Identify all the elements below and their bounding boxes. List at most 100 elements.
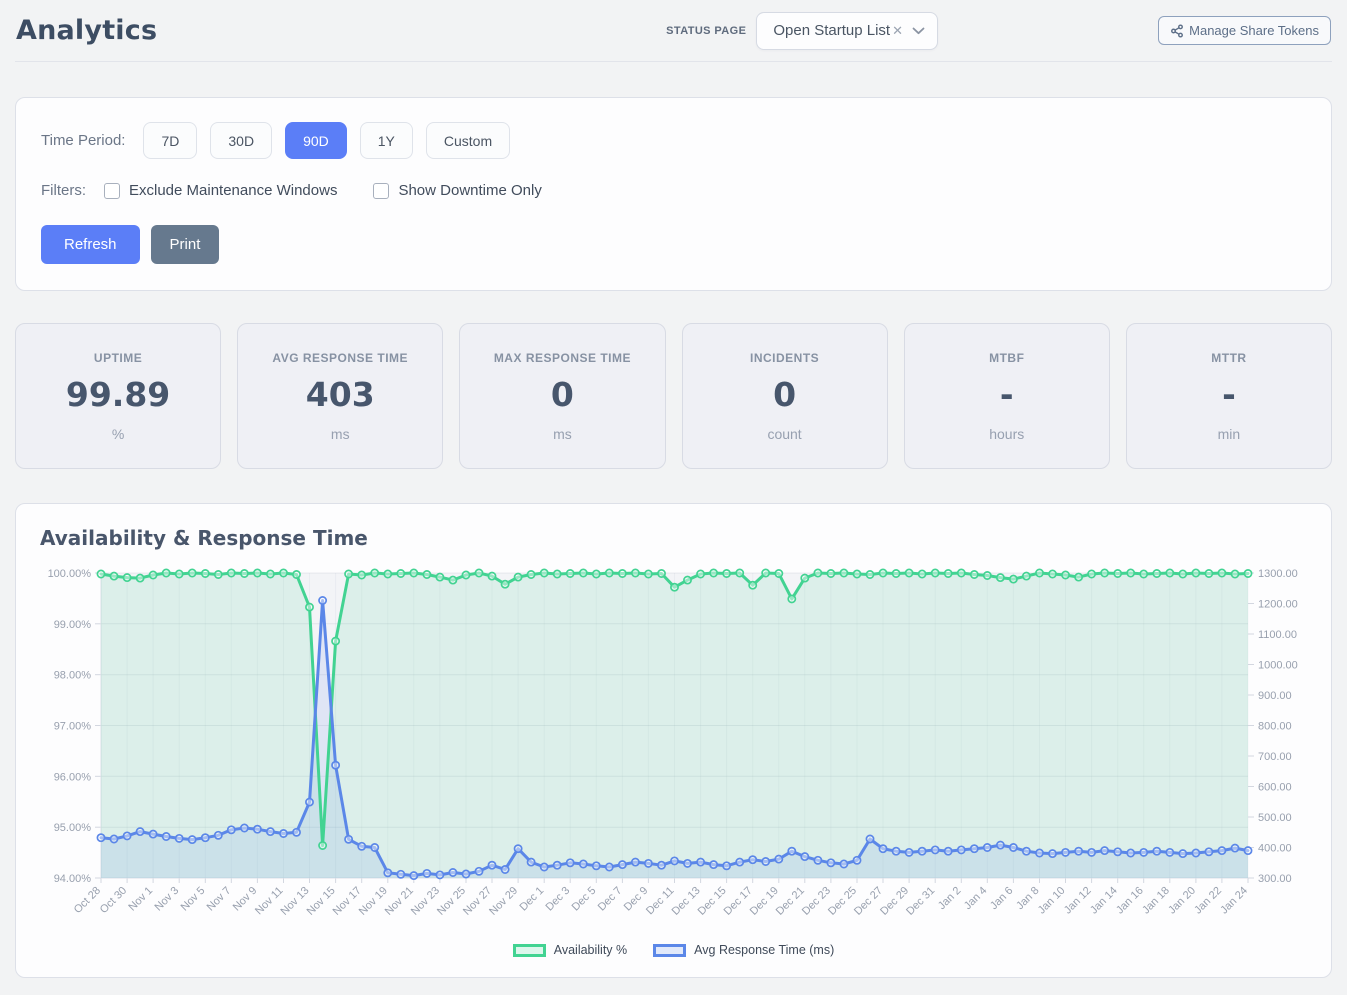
legend-item-availability[interactable]: Availability % <box>513 943 627 957</box>
stat-value: 99.89 <box>20 378 216 411</box>
svg-text:Nov 21: Nov 21 <box>383 885 416 918</box>
svg-text:Nov 17: Nov 17 <box>331 885 364 918</box>
svg-text:Dec 7: Dec 7 <box>596 885 625 914</box>
svg-text:Jan 12: Jan 12 <box>1062 885 1094 917</box>
stats-row: UPTIME 99.89 % AVG RESPONSE TIME 403 ms … <box>15 323 1332 469</box>
stat-label: MAX RESPONSE TIME <box>464 351 660 365</box>
svg-text:Nov 1: Nov 1 <box>126 885 155 914</box>
svg-text:Dec 5: Dec 5 <box>570 885 599 914</box>
stat-label: UPTIME <box>20 351 216 365</box>
period-button-7d[interactable]: 7D <box>143 122 197 159</box>
share-icon <box>1170 24 1184 38</box>
svg-text:300.00: 300.00 <box>1258 873 1292 885</box>
svg-text:Oct 28: Oct 28 <box>72 885 103 916</box>
stat-unit: ms <box>242 426 438 442</box>
exclude-maintenance-label: Exclude Maintenance Windows <box>129 182 337 199</box>
svg-text:Nov 23: Nov 23 <box>409 885 442 918</box>
svg-text:800.00: 800.00 <box>1258 721 1292 733</box>
svg-text:Oct 30: Oct 30 <box>98 885 129 916</box>
status-page-selected-value: Open Startup List <box>773 22 890 39</box>
availability-response-chart-svg: Oct 28Oct 30Nov 1Nov 3Nov 5Nov 7Nov 9Nov… <box>40 554 1307 936</box>
clear-icon[interactable]: ✕ <box>892 23 903 39</box>
stat-value: 0 <box>687 378 883 411</box>
stat-value: 0 <box>464 378 660 411</box>
svg-text:500.00: 500.00 <box>1258 812 1292 824</box>
show-downtime-checkbox-input[interactable] <box>373 183 389 199</box>
svg-text:97.00%: 97.00% <box>54 721 92 733</box>
chevron-down-icon[interactable] <box>912 27 925 35</box>
svg-text:Jan 16: Jan 16 <box>1114 885 1146 917</box>
stat-unit: min <box>1131 426 1327 442</box>
stat-card-incidents: INCIDENTS 0 count <box>682 323 888 469</box>
stat-unit: count <box>687 426 883 442</box>
svg-text:1200.00: 1200.00 <box>1258 599 1298 611</box>
period-button-1y[interactable]: 1Y <box>360 122 413 159</box>
svg-text:400.00: 400.00 <box>1258 843 1292 855</box>
svg-text:600.00: 600.00 <box>1258 782 1292 794</box>
svg-text:Dec 31: Dec 31 <box>904 885 937 918</box>
svg-text:Nov 7: Nov 7 <box>205 885 234 914</box>
svg-text:99.00%: 99.00% <box>54 619 92 631</box>
stat-unit: % <box>20 426 216 442</box>
stat-card-uptime: UPTIME 99.89 % <box>15 323 221 469</box>
stat-unit: hours <box>909 426 1105 442</box>
svg-text:Jan 22: Jan 22 <box>1192 885 1224 917</box>
svg-text:700.00: 700.00 <box>1258 751 1292 763</box>
manage-share-tokens-label: Manage Share Tokens <box>1189 23 1319 38</box>
show-downtime-checkbox[interactable]: Show Downtime Only <box>373 182 541 199</box>
svg-text:100.00%: 100.00% <box>48 568 92 580</box>
svg-text:1300.00: 1300.00 <box>1258 568 1298 580</box>
manage-share-tokens-button[interactable]: Manage Share Tokens <box>1158 16 1331 45</box>
stat-unit: ms <box>464 426 660 442</box>
print-button[interactable]: Print <box>151 225 220 264</box>
exclude-maintenance-checkbox[interactable]: Exclude Maintenance Windows <box>104 182 337 199</box>
chart-title: Availability & Response Time <box>40 526 1307 550</box>
svg-text:Jan 24: Jan 24 <box>1218 885 1250 917</box>
filter-panel: Time Period: 7D 30D 90D 1Y Custom Filter… <box>15 97 1332 291</box>
exclude-maintenance-checkbox-input[interactable] <box>104 183 120 199</box>
svg-text:Jan 6: Jan 6 <box>988 885 1016 913</box>
svg-text:Nov 5: Nov 5 <box>179 885 208 914</box>
period-button-90d[interactable]: 90D <box>285 122 347 159</box>
stat-card-mtbf: MTBF - hours <box>904 323 1110 469</box>
chart-panel: Availability & Response Time Oct 28Oct 3… <box>15 503 1332 978</box>
svg-text:Nov 3: Nov 3 <box>153 885 182 914</box>
stat-label: MTBF <box>909 351 1105 365</box>
svg-text:Jan 20: Jan 20 <box>1166 885 1198 917</box>
availability-chart: Oct 28Oct 30Nov 1Nov 3Nov 5Nov 7Nov 9Nov… <box>40 554 1307 941</box>
svg-text:Jan 2: Jan 2 <box>936 885 964 913</box>
svg-text:900.00: 900.00 <box>1258 690 1292 702</box>
svg-text:Dec 29: Dec 29 <box>878 885 911 918</box>
analytics-page: Analytics STATUS PAGE Open Startup List … <box>0 0 1347 978</box>
svg-text:Dec 21: Dec 21 <box>774 885 807 918</box>
header: Analytics STATUS PAGE Open Startup List … <box>15 0 1332 62</box>
page-title: Analytics <box>16 15 157 46</box>
svg-text:94.00%: 94.00% <box>54 873 92 885</box>
stat-card-avg-response: AVG RESPONSE TIME 403 ms <box>237 323 443 469</box>
svg-text:1100.00: 1100.00 <box>1258 629 1297 641</box>
availability-legend-label: Availability % <box>554 943 627 957</box>
stat-value: - <box>909 378 1105 411</box>
svg-text:Dec 27: Dec 27 <box>852 885 885 918</box>
response-time-legend-label: Avg Response Time (ms) <box>694 943 834 957</box>
period-button-30d[interactable]: 30D <box>210 122 272 159</box>
chart-legend: Availability % Avg Response Time (ms) <box>40 941 1307 965</box>
status-page-select[interactable]: Open Startup List ✕ <box>756 12 938 50</box>
time-period-group: 7D 30D 90D 1Y Custom <box>143 122 510 159</box>
show-downtime-label: Show Downtime Only <box>398 182 541 199</box>
time-period-label: Time Period: <box>41 132 125 149</box>
svg-text:95.00%: 95.00% <box>54 822 92 834</box>
stat-value: - <box>1131 378 1327 411</box>
svg-text:96.00%: 96.00% <box>54 771 92 783</box>
svg-text:Nov 15: Nov 15 <box>305 885 338 918</box>
svg-text:Dec 17: Dec 17 <box>722 885 755 918</box>
svg-text:Jan 18: Jan 18 <box>1140 885 1172 917</box>
response-time-legend-swatch <box>653 944 686 957</box>
refresh-button[interactable]: Refresh <box>41 225 140 264</box>
stat-label: MTTR <box>1131 351 1327 365</box>
stat-label: INCIDENTS <box>687 351 883 365</box>
stat-label: AVG RESPONSE TIME <box>242 351 438 365</box>
period-button-custom[interactable]: Custom <box>426 122 510 159</box>
svg-text:Jan 10: Jan 10 <box>1036 885 1068 917</box>
legend-item-response-time[interactable]: Avg Response Time (ms) <box>653 943 834 957</box>
